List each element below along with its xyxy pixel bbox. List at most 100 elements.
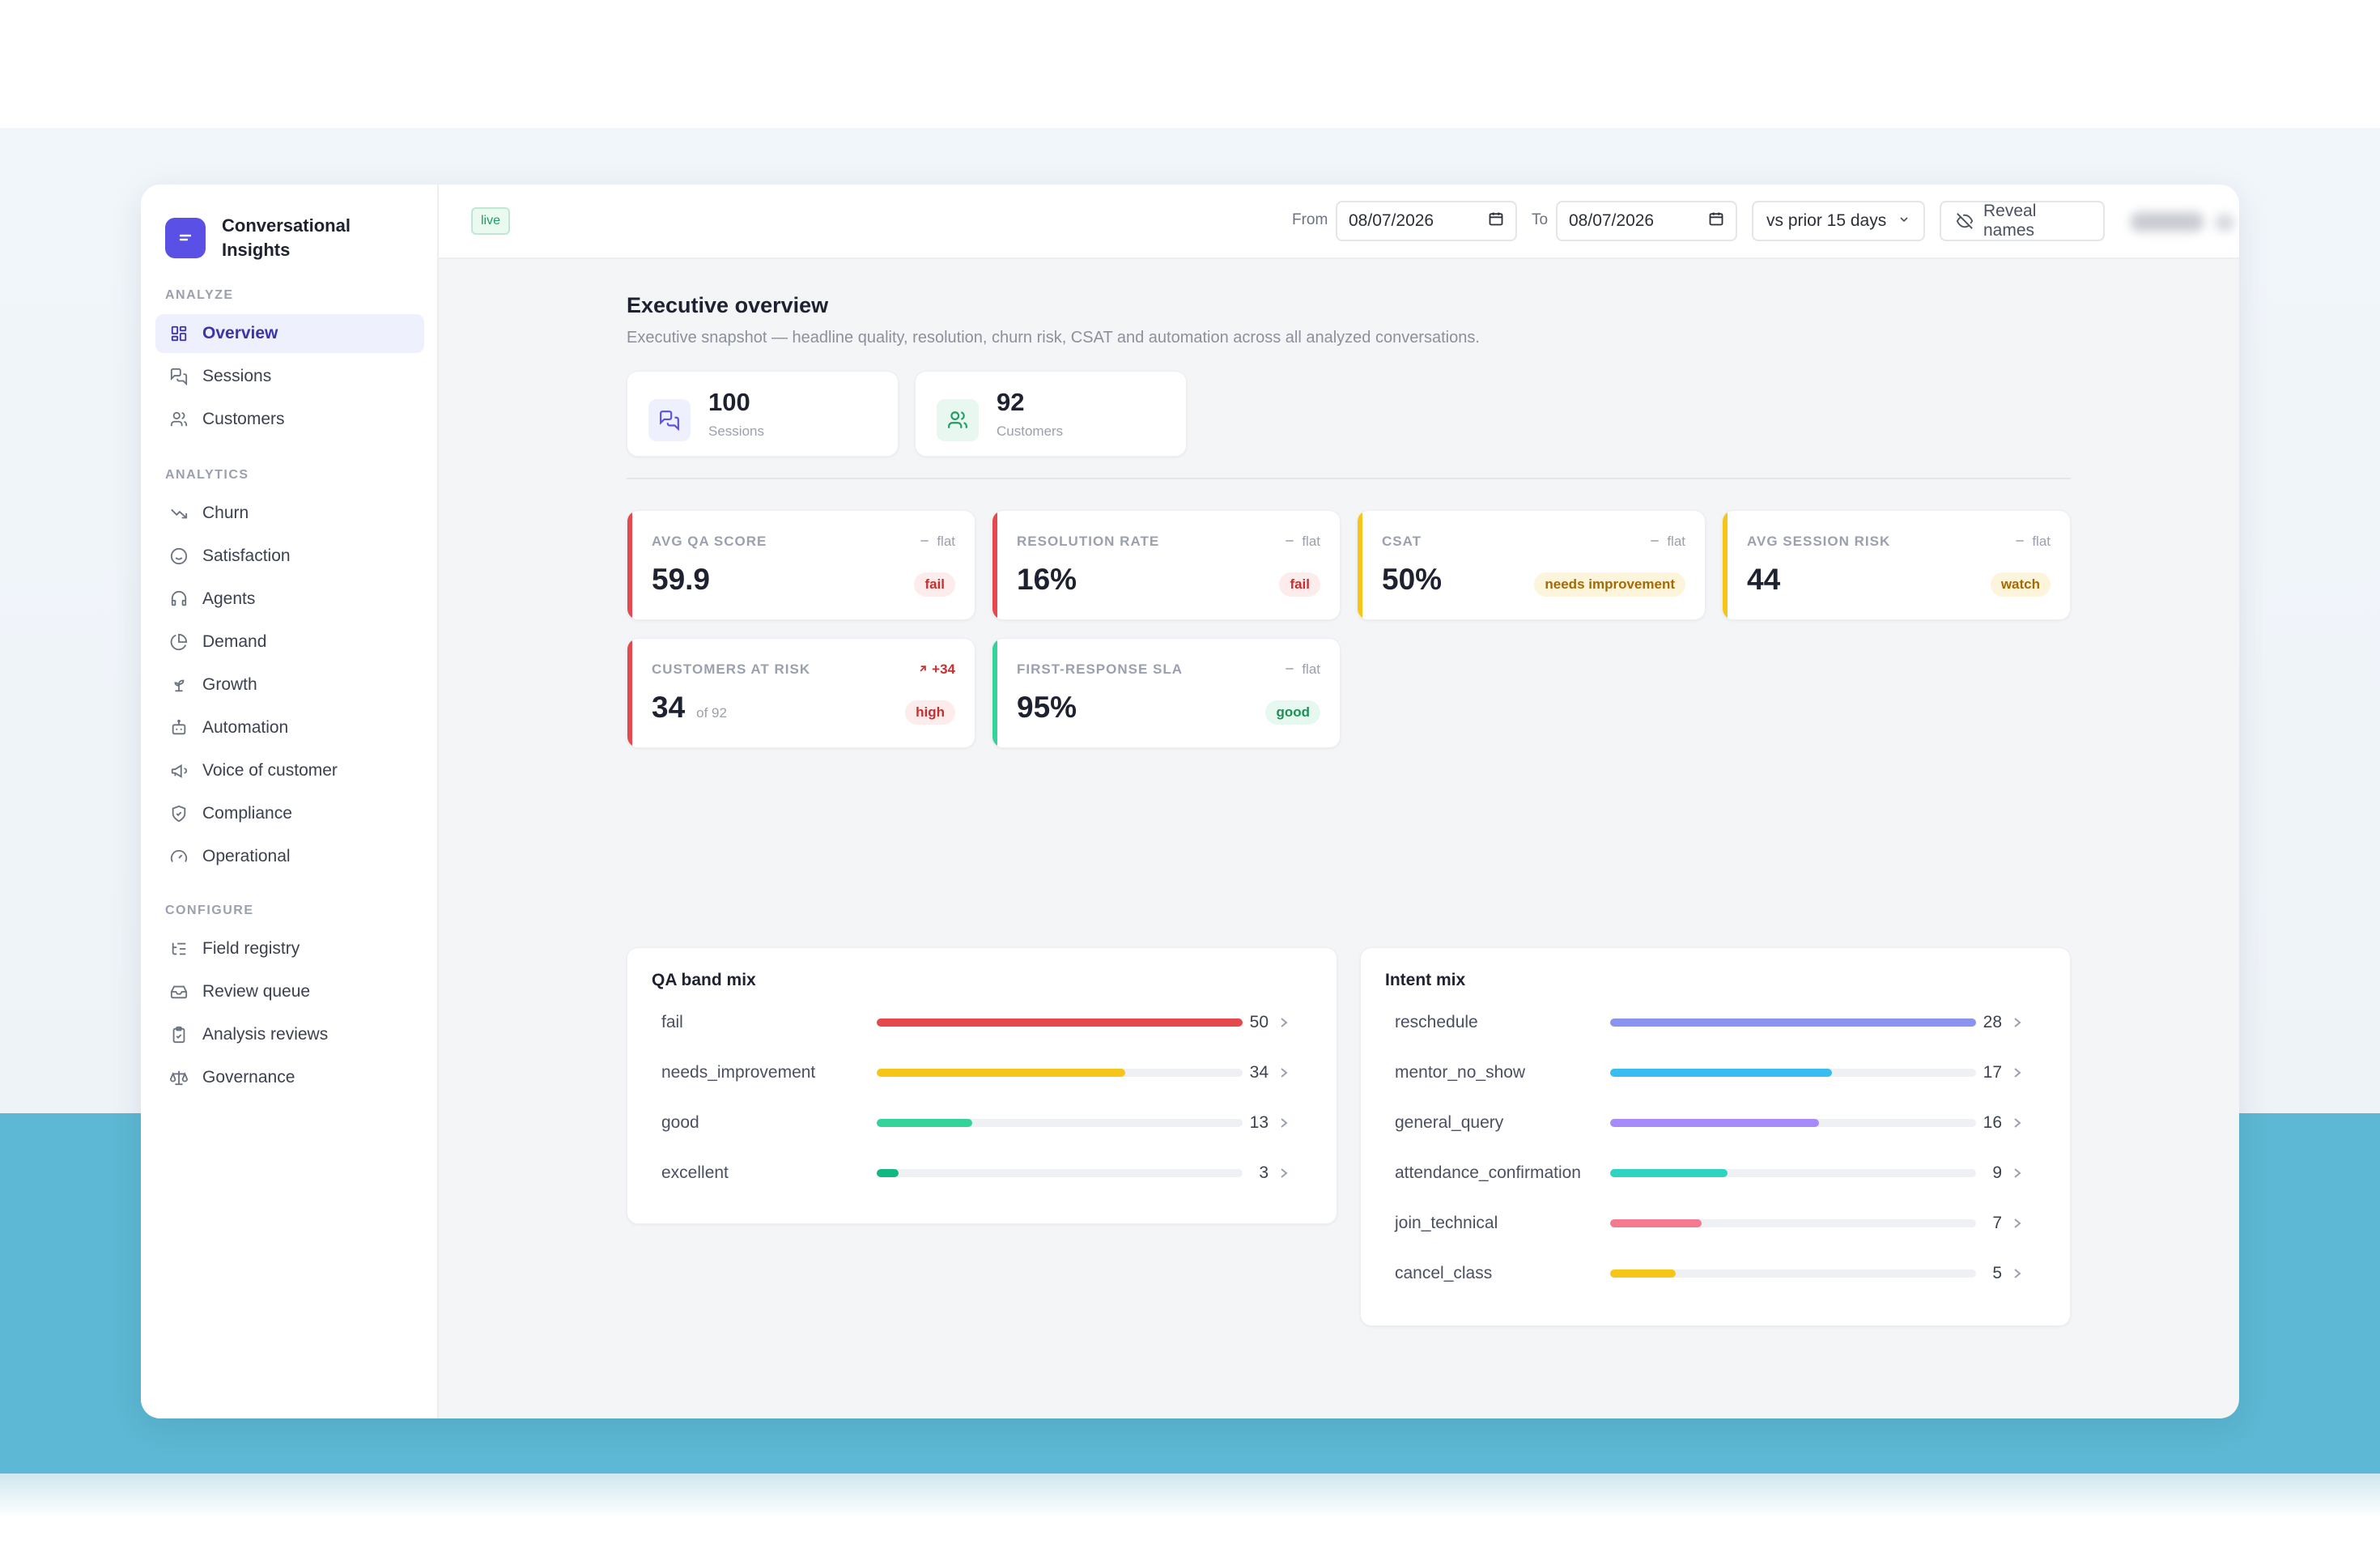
- bar-row-label: mentor_no_show: [1395, 1063, 1526, 1082]
- nav-item-growth[interactable]: Growth: [155, 666, 424, 704]
- nav-item-label: Agents: [202, 589, 256, 608]
- chevron-right-icon[interactable]: [1278, 1115, 1290, 1131]
- bar-fill: [877, 1069, 1126, 1077]
- kpi-accent-bar: [627, 511, 632, 619]
- bar-track: [1610, 1069, 1976, 1077]
- compare-period-select[interactable]: vs prior 15 days: [1752, 201, 1925, 241]
- kpi-card-customers-at-risk[interactable]: CUSTOMERS AT RISK +34 34 of 92 high: [627, 638, 975, 748]
- kpi-value: 44: [1747, 563, 1780, 597]
- kpi-trend-value: flat: [937, 534, 955, 549]
- bar-fill: [877, 1169, 899, 1177]
- nav-item-analysis-reviews[interactable]: Analysis reviews: [155, 1015, 424, 1054]
- bar-row-count: 5: [1992, 1264, 2002, 1282]
- scale-icon: [168, 1067, 189, 1088]
- bar-fill: [1610, 1119, 1820, 1127]
- chevron-right-icon[interactable]: [2012, 1014, 2023, 1031]
- kpi-status-badge: good: [1265, 700, 1320, 725]
- chevron-right-icon[interactable]: [1278, 1014, 1290, 1031]
- kpi-status-badge: fail: [1279, 572, 1320, 597]
- bar-row-label: general_query: [1395, 1113, 1504, 1132]
- list-tree-icon: [168, 938, 189, 959]
- brand-logo-icon: [165, 218, 206, 258]
- bar-fill: [877, 1019, 1243, 1027]
- bar-row-count: 3: [1259, 1163, 1269, 1182]
- smile-icon: [168, 546, 189, 567]
- nav-item-voice-of-customer[interactable]: Voice of customer: [155, 751, 424, 790]
- bar-track: [877, 1019, 1243, 1027]
- sessions-caption: Sessions: [708, 423, 764, 439]
- chevron-right-icon[interactable]: [2012, 1265, 2023, 1282]
- kpi-value-number: 44: [1747, 563, 1781, 596]
- dash-icon: [1284, 661, 1302, 677]
- bar-row-count: 7: [1992, 1214, 2002, 1232]
- nav-item-governance[interactable]: Governance: [155, 1058, 424, 1097]
- calendar-icon[interactable]: [1488, 211, 1504, 232]
- kpi-value: 95%: [1017, 691, 1077, 725]
- kpi-card-first-response-sla[interactable]: FIRST-RESPONSE SLA flat 95% good: [992, 638, 1341, 748]
- nav-item-review-queue[interactable]: Review queue: [155, 972, 424, 1011]
- from-date-input[interactable]: 08/07/2026: [1336, 201, 1517, 241]
- nav-item-demand[interactable]: Demand: [155, 623, 424, 661]
- bar-row-count: 50: [1249, 1013, 1269, 1031]
- bar-row-count: 17: [1983, 1063, 2002, 1082]
- chevron-right-icon[interactable]: [2012, 1115, 2023, 1131]
- nav-item-operational[interactable]: Operational: [155, 837, 424, 876]
- kpi-value: 59.9: [652, 563, 710, 597]
- nav-item-overview[interactable]: Overview: [155, 314, 424, 353]
- bar-row-count: 13: [1249, 1113, 1269, 1132]
- reveal-names-button[interactable]: Reveal names: [1940, 201, 2105, 241]
- reveal-names-label: Reveal names: [1983, 202, 2037, 240]
- kpi-accent-bar: [1358, 511, 1362, 619]
- nav-item-field-registry[interactable]: Field registry: [155, 929, 424, 968]
- nav-item-compliance[interactable]: Compliance: [155, 794, 424, 833]
- top-bar: live From 08/07/2026 To 08/07/2026 vs pr…: [439, 185, 2239, 259]
- to-date-input[interactable]: 08/07/2026: [1556, 201, 1737, 241]
- nav-item-label: Sessions: [202, 367, 272, 385]
- chevron-right-icon[interactable]: [1278, 1065, 1290, 1081]
- kpi-card-csat[interactable]: CSAT flat 50% needs improvement: [1357, 510, 1706, 620]
- chevron-right-icon[interactable]: [2012, 1065, 2023, 1081]
- pie-icon: [168, 632, 189, 653]
- chevron-right-icon[interactable]: [1278, 1165, 1290, 1181]
- bar-row-count: 34: [1249, 1063, 1269, 1082]
- kpi-label: FIRST-RESPONSE SLA: [1017, 661, 1184, 677]
- nav-item-agents[interactable]: Agents: [155, 580, 424, 619]
- arrow-up-right-icon: [917, 661, 932, 677]
- kpi-value-number: 16%: [1017, 563, 1077, 596]
- chevron-right-icon[interactable]: [2012, 1215, 2023, 1231]
- bar-track: [1610, 1119, 1976, 1127]
- kpi-value: 34 of 92: [652, 691, 727, 725]
- kpi-card-resolution-rate[interactable]: RESOLUTION RATE flat 16% fail: [992, 510, 1341, 620]
- kpi-card-avg-session-risk[interactable]: AVG SESSION RISK flat 44 watch: [1722, 510, 2071, 620]
- bar-row-label: join_technical: [1395, 1214, 1498, 1232]
- nav-item-label: Growth: [202, 675, 257, 694]
- nav-item-label: Field registry: [202, 939, 300, 958]
- bar-track: [1610, 1169, 1976, 1177]
- kpi-card-avg-qa-score[interactable]: AVG QA SCORE flat 59.9 fail: [627, 510, 975, 620]
- nav-item-sessions[interactable]: Sessions: [155, 357, 424, 396]
- kpi-label: CUSTOMERS AT RISK: [652, 661, 811, 677]
- from-date-value: 08/07/2026: [1349, 211, 1434, 230]
- nav-item-label: Analysis reviews: [202, 1025, 329, 1044]
- brand[interactable]: Conversational Insights: [165, 214, 384, 262]
- nav-item-label: Customers: [202, 410, 285, 428]
- nav-item-churn[interactable]: Churn: [155, 494, 424, 533]
- chat-icon: [648, 399, 691, 441]
- nav-item-satisfaction[interactable]: Satisfaction: [155, 537, 424, 576]
- kpi-status-badge: needs improvement: [1534, 572, 1685, 597]
- page-subtitle: Executive snapshot — headline quality, r…: [627, 329, 1480, 347]
- kpi-label: CSAT: [1382, 534, 1422, 549]
- nav-item-customers[interactable]: Customers: [155, 400, 424, 439]
- nav-item-automation[interactable]: Automation: [155, 708, 424, 747]
- kpi-value-sub: of 92: [696, 705, 727, 721]
- chevron-right-icon[interactable]: [2012, 1165, 2023, 1181]
- calendar-icon[interactable]: [1708, 211, 1724, 232]
- section-divider: [627, 478, 2071, 479]
- customers-caption: Customers: [997, 423, 1064, 439]
- kpi-accent-bar: [1723, 511, 1728, 619]
- customers-count-card[interactable]: 92 Customers: [915, 371, 1187, 457]
- bar-fill: [1610, 1019, 1976, 1027]
- blurred-user-menu[interactable]: [2131, 204, 2236, 240]
- megaphone-icon: [168, 760, 189, 781]
- sessions-count-card[interactable]: 100 Sessions: [627, 371, 899, 457]
